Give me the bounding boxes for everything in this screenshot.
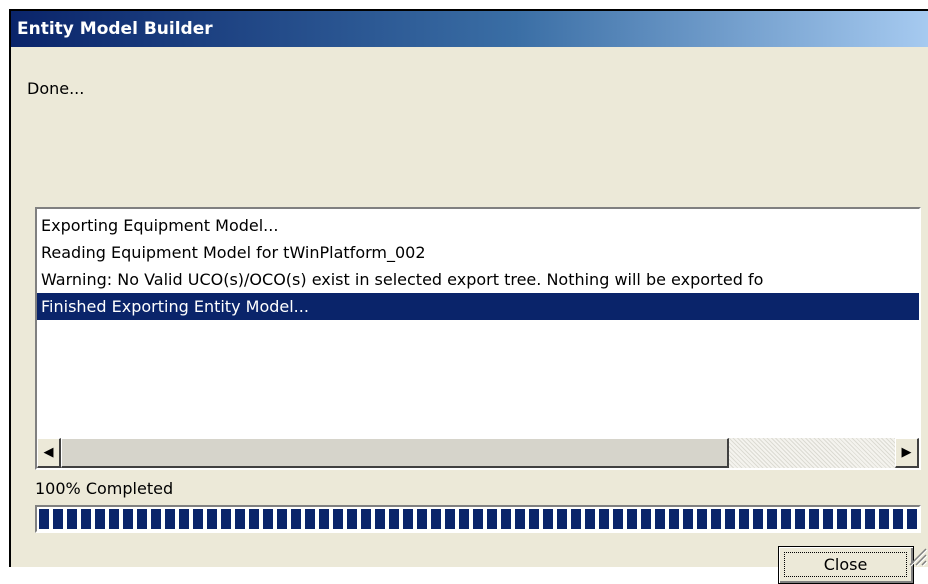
close-button[interactable]: Close	[778, 546, 914, 584]
log-line[interactable]: Warning: No Valid UCO(s)/OCO(s) exist in…	[37, 266, 919, 293]
dialog-content: Done... Exporting Equipment Model... Rea…	[11, 47, 928, 584]
status-text: Done...	[27, 79, 85, 98]
dialog-window: Entity Model Builder Done... Exporting E…	[9, 9, 928, 584]
arrow-right-icon: ▶	[901, 445, 912, 460]
progress-label: 100% Completed	[35, 479, 174, 498]
progress-fill	[39, 509, 917, 529]
log-listbox[interactable]: Exporting Equipment Model... Reading Equ…	[35, 207, 921, 470]
log-lines: Exporting Equipment Model... Reading Equ…	[37, 212, 919, 320]
log-line[interactable]: Reading Equipment Model for tWinPlatform…	[37, 239, 919, 266]
arrow-left-icon: ◀	[43, 445, 54, 460]
scroll-thumb[interactable]	[61, 438, 729, 468]
window-title: Entity Model Builder	[17, 19, 213, 39]
log-line[interactable]: Exporting Equipment Model...	[37, 212, 919, 239]
horizontal-scrollbar[interactable]: ◀ ▶	[37, 438, 919, 468]
scroll-right-button[interactable]: ▶	[895, 438, 919, 468]
scroll-left-button[interactable]: ◀	[37, 438, 61, 468]
progress-bar	[35, 505, 921, 533]
log-line-selected[interactable]: Finished Exporting Entity Model...	[37, 293, 919, 320]
title-bar[interactable]: Entity Model Builder	[11, 11, 928, 47]
close-button-label: Close	[784, 552, 907, 577]
resize-grip-icon[interactable]	[904, 543, 928, 567]
